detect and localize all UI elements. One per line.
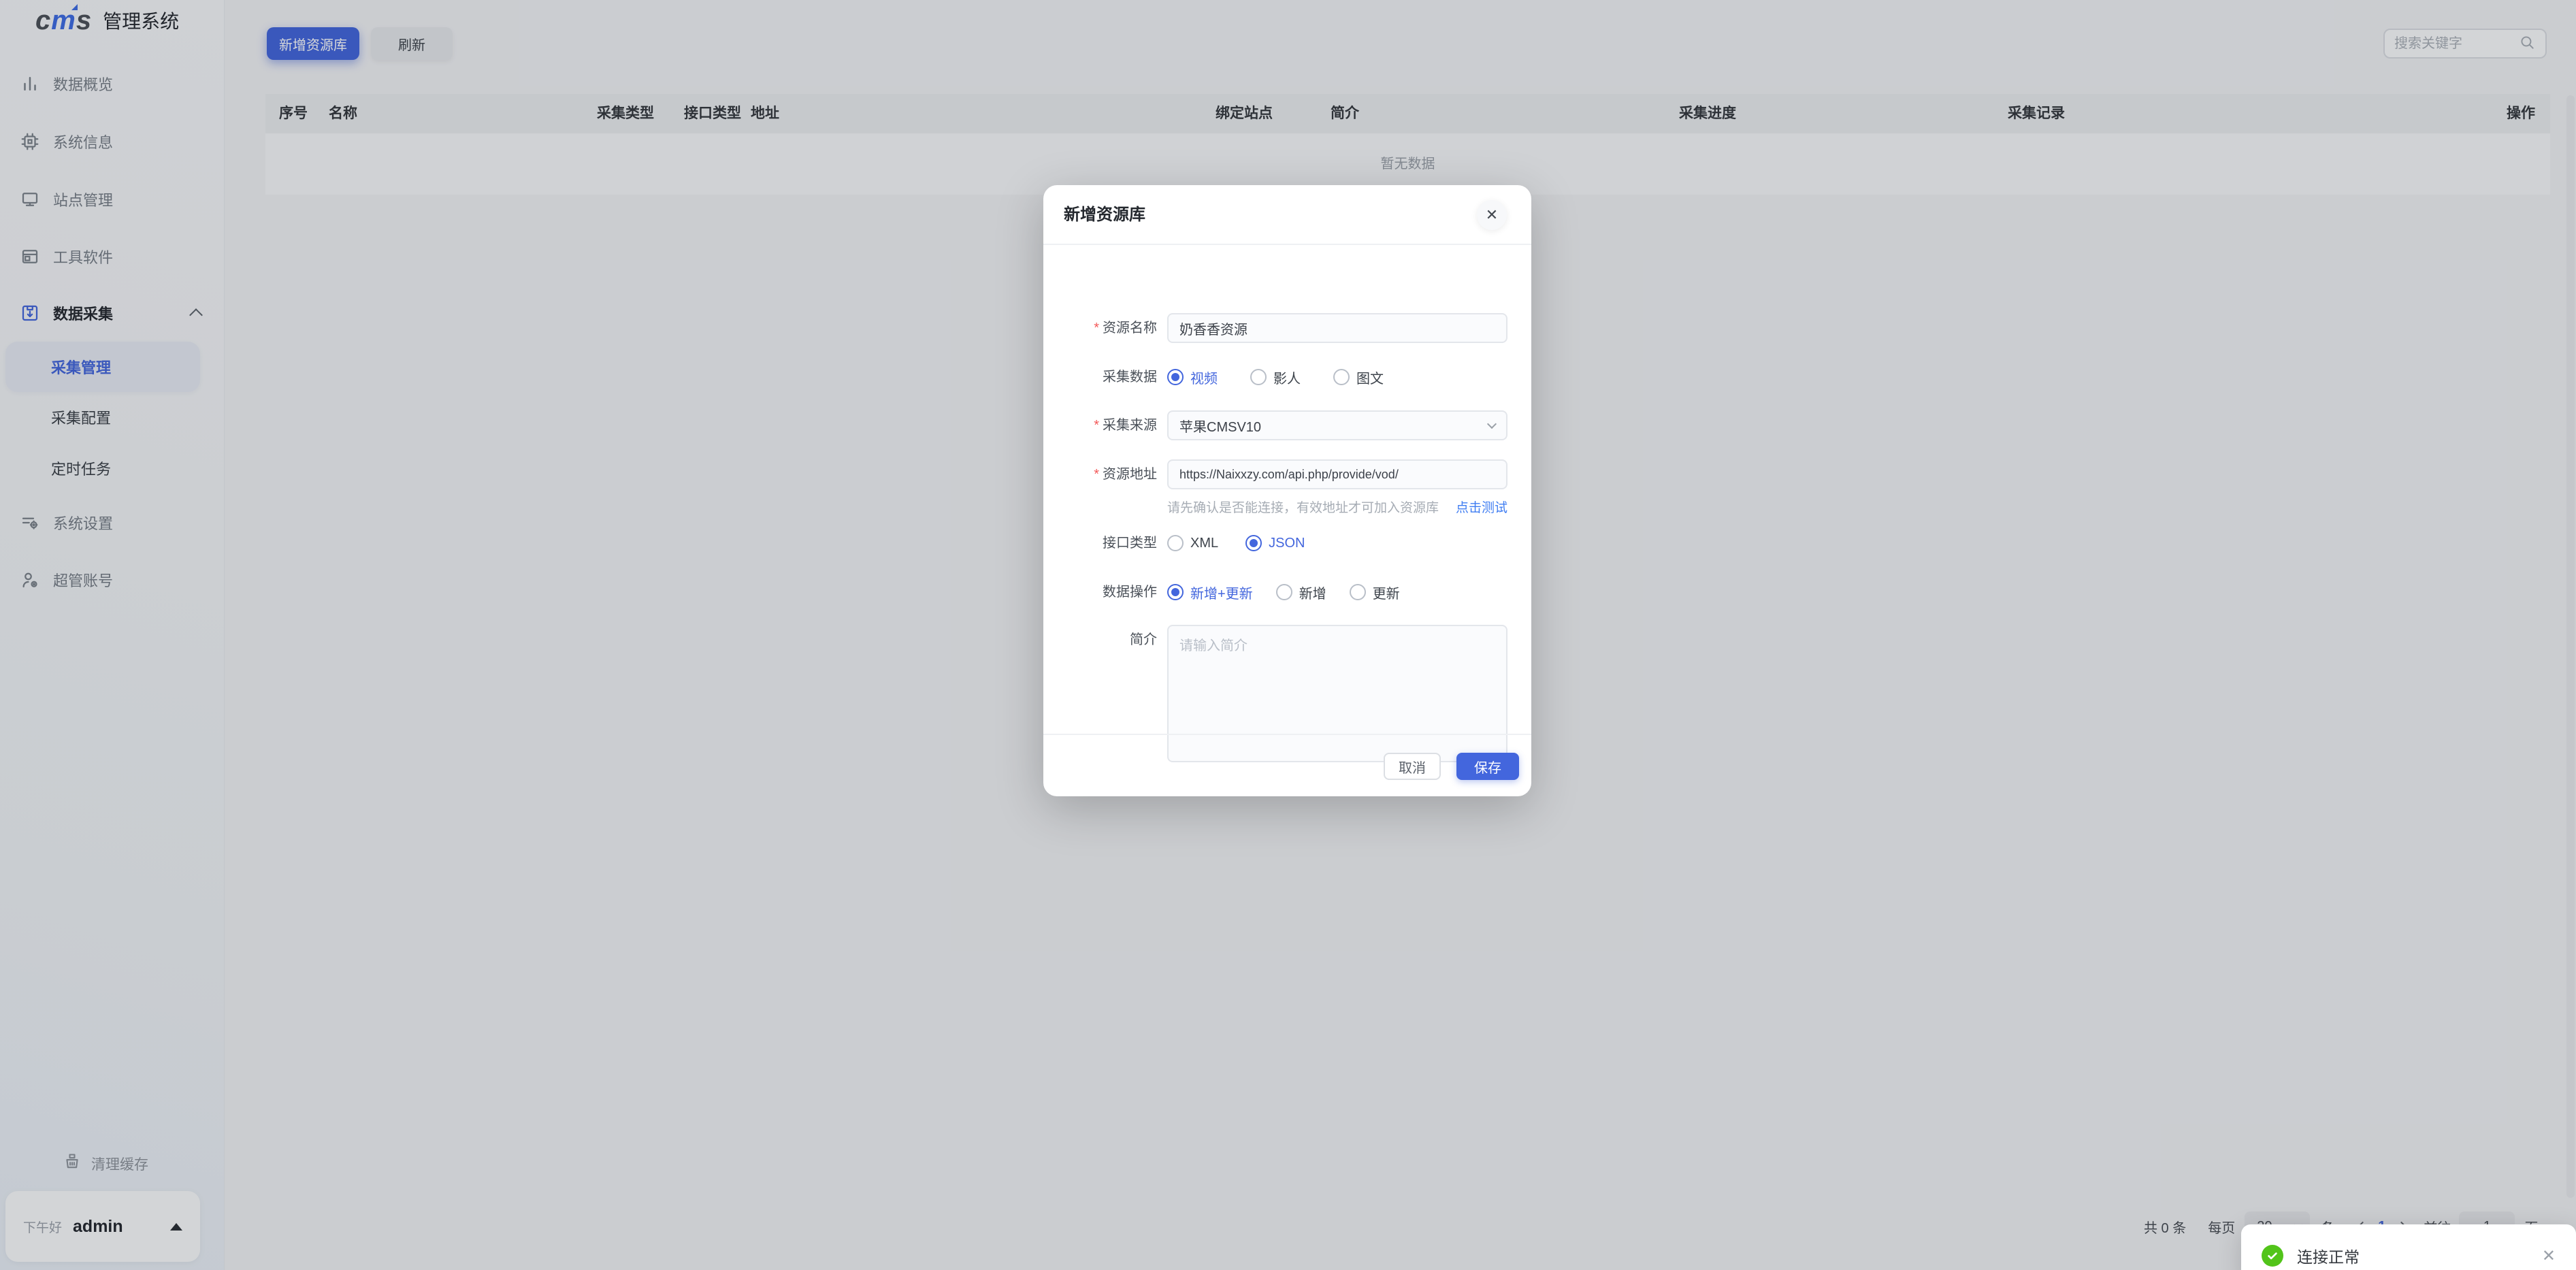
- radio-video[interactable]: 视频: [1167, 368, 1218, 387]
- add-resource-dialog: 新增资源库 ✕ *资源名称 采集数据 视频 影人: [1043, 185, 1531, 796]
- collect-source-select[interactable]: 苹果CMSV10: [1167, 410, 1507, 440]
- api-type-radio-group: XML JSON: [1167, 528, 1507, 558]
- radio-circle-icon: [1167, 584, 1184, 600]
- collect-data-label: 采集数据: [1043, 362, 1157, 392]
- operation-radio-group: 新增+更新 新增 更新: [1167, 577, 1507, 607]
- chevron-down-icon: [1487, 419, 1497, 429]
- required-mark: *: [1094, 418, 1099, 433]
- name-field-wrap: [1167, 313, 1507, 343]
- radio-circle-icon: [1276, 584, 1292, 600]
- radio-circle-icon: [1167, 535, 1184, 551]
- test-connection-link[interactable]: 点击测试: [1456, 499, 1507, 518]
- dialog-title: 新增资源库: [1064, 185, 1145, 245]
- dialog-footer: 取消 保存: [1043, 734, 1531, 796]
- app-root: c m s 管理系统 数据概览 系统信息 站点管理: [0, 0, 2576, 1270]
- radio-actor[interactable]: 影人: [1250, 368, 1301, 387]
- toast-close-icon[interactable]: ✕: [2542, 1246, 2556, 1266]
- radio-add-update[interactable]: 新增+更新: [1167, 583, 1253, 602]
- radio-xml[interactable]: XML: [1167, 535, 1218, 551]
- close-icon[interactable]: ✕: [1477, 200, 1507, 230]
- toast-message: 连接正常: [2297, 1244, 2360, 1267]
- operation-label: 数据操作: [1043, 577, 1157, 607]
- collect-data-radio-group: 视频 影人 图文: [1167, 362, 1507, 392]
- address-hint-row: 请先确认是否能连接，有效地址才可加入资源库 点击测试: [1167, 499, 1507, 518]
- radio-add[interactable]: 新增: [1276, 583, 1326, 602]
- intro-label: 简介: [1043, 625, 1157, 655]
- select-value: 苹果CMSV10: [1179, 416, 1261, 436]
- required-mark: *: [1094, 321, 1099, 336]
- radio-circle-icon: [1245, 535, 1262, 551]
- radio-circle-icon: [1333, 369, 1350, 385]
- radio-circle-icon: [1250, 369, 1267, 385]
- radio-circle-icon: [1167, 369, 1184, 385]
- radio-json[interactable]: JSON: [1245, 535, 1305, 551]
- success-toast: 连接正常 ✕: [2241, 1224, 2576, 1270]
- cancel-button[interactable]: 取消: [1384, 753, 1441, 780]
- radio-circle-icon: [1350, 584, 1366, 600]
- dialog-header: 新增资源库 ✕: [1043, 185, 1531, 245]
- api-type-label: 接口类型: [1043, 528, 1157, 558]
- radio-update[interactable]: 更新: [1350, 583, 1400, 602]
- address-hint: 请先确认是否能连接，有效地址才可加入资源库: [1167, 499, 1439, 518]
- save-button[interactable]: 保存: [1456, 753, 1519, 780]
- success-check-icon: [2262, 1245, 2283, 1267]
- radio-article[interactable]: 图文: [1333, 368, 1384, 387]
- address-field-label: *资源地址: [1043, 459, 1157, 489]
- required-mark: *: [1094, 467, 1099, 482]
- name-field-label: *资源名称: [1043, 313, 1157, 343]
- source-field-wrap: 苹果CMSV10: [1167, 410, 1507, 440]
- resource-url-input[interactable]: [1167, 459, 1507, 489]
- resource-name-input[interactable]: [1167, 313, 1507, 343]
- address-field-wrap: [1167, 459, 1507, 489]
- source-field-label: *采集来源: [1043, 410, 1157, 440]
